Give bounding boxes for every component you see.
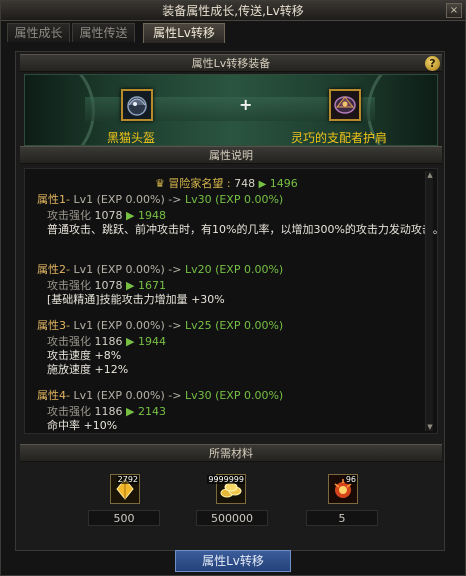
description-scrollbar[interactable]: ▲ ▼: [425, 171, 433, 431]
attribute-arrow: ->: [168, 389, 182, 402]
increase-arrow-icon: ▶: [126, 335, 135, 348]
attribute-3-effect-2: 施放速度 +12%: [47, 363, 129, 376]
lv-transfer-panel: 属性Lv转移装备 ? + 黑猫头盔 灵巧的支配者护肩 属性说明 ♛ 冒险家名望 …: [15, 51, 445, 551]
attribute-to-level: Lv30 (EXP 0.00%): [184, 193, 284, 206]
scroll-up-icon[interactable]: ▲: [426, 171, 434, 179]
attribute-3-line: 属性3- Lv1 (EXP 0.00%) -> Lv25 (EXP 0.00%): [37, 319, 283, 332]
attribute-1-effect: 普通攻击、跳跃、前冲攻击时，有10%的几率，以增加300%的攻击力发动攻击。: [47, 223, 438, 236]
material-owned-count: 2792: [116, 475, 139, 484]
equipment-banner: + 黑猫头盔 灵巧的支配者护肩: [24, 74, 438, 146]
tab-bar: 属性成长 属性传送 属性Lv转移: [7, 23, 225, 43]
helmet-icon: [123, 91, 151, 119]
attribute-from-level: Lv1 (EXP 0.00%): [73, 319, 165, 332]
scroll-down-icon[interactable]: ▼: [426, 423, 434, 431]
target-item-name: 灵巧的支配者护肩: [291, 131, 388, 145]
fame-label: 冒险家名望 :: [168, 177, 231, 190]
attribute-description-box: ♛ 冒险家名望 : 748 ▶ 1496 属性1- Lv1 (EXP 0.00%…: [24, 168, 438, 434]
required-materials-header: 所需材料: [20, 444, 442, 462]
tab-attribute-transfer[interactable]: 属性传送: [72, 23, 135, 42]
attribute-description-title: 属性说明: [209, 149, 253, 162]
shoulder-armor-icon: [331, 91, 359, 119]
attribute-to-level: Lv30 (EXP 0.00%): [184, 389, 284, 402]
attribute-4-effect: 命中率 +10%: [47, 419, 118, 432]
window-title: 装备属性成长,传送,Lv转移: [162, 4, 304, 18]
close-icon: ×: [449, 5, 459, 16]
attribute-label: 属性2-: [37, 263, 70, 276]
fame-to: 1496: [269, 177, 298, 190]
attribute-arrow: ->: [168, 193, 182, 206]
material-required-3: 5: [306, 510, 378, 526]
fame-icon: ♛: [155, 177, 165, 190]
attribute-2-line: 属性2- Lv1 (EXP 0.00%) -> Lv20 (EXP 0.00%): [37, 263, 283, 276]
attribute-label: 属性4-: [37, 389, 70, 402]
material-slot-1[interactable]: 2792: [110, 474, 140, 504]
attribute-description-header: 属性说明: [20, 146, 442, 164]
material-slot-2[interactable]: 9999999: [207, 474, 246, 504]
material-owned-count: 96: [344, 475, 357, 484]
close-button[interactable]: ×: [446, 3, 462, 18]
attribute-label: 属性1-: [37, 193, 70, 206]
attribute-1-line: 属性1- Lv1 (EXP 0.00%) -> Lv30 (EXP 0.00%): [37, 193, 283, 206]
attribute-2-effect: [基础精通]技能攻击力增加量 +30%: [47, 293, 225, 306]
fame-from: 748: [234, 177, 256, 190]
lv-transfer-button[interactable]: 属性Lv转移: [175, 550, 291, 572]
plus-icon: +: [239, 95, 253, 114]
stat-to: 1944: [137, 335, 166, 348]
attribute-from-level: Lv1 (EXP 0.00%): [73, 263, 165, 276]
attribute-from-level: Lv1 (EXP 0.00%): [73, 389, 165, 402]
attribute-from-level: Lv1 (EXP 0.00%): [73, 193, 165, 206]
target-item-slot[interactable]: [329, 89, 361, 121]
attribute-arrow: ->: [168, 319, 182, 332]
attribute-arrow: ->: [168, 263, 182, 276]
adventurer-fame: ♛ 冒险家名望 : 748 ▶ 1496: [155, 175, 298, 191]
material-owned-count: 9999999: [207, 475, 245, 484]
source-item-name: 黑猫头盔: [107, 131, 156, 145]
material-slot-3[interactable]: 96: [328, 474, 358, 504]
attribute-label: 属性3-: [37, 319, 70, 332]
equipment-window: 装备属性成长,传送,Lv转移 × 属性成长 属性传送 属性Lv转移 属性Lv转移…: [0, 0, 466, 576]
increase-arrow-icon: ▶: [126, 405, 135, 418]
help-icon[interactable]: ?: [425, 56, 440, 71]
required-materials-title: 所需材料: [209, 447, 253, 460]
tab-attribute-lv-transfer[interactable]: 属性Lv转移: [143, 23, 225, 43]
stat-to: 2143: [137, 405, 166, 418]
increase-arrow-icon: ▶: [258, 179, 267, 190]
tab-attribute-growth[interactable]: 属性成长: [7, 23, 70, 42]
attribute-4-line: 属性4- Lv1 (EXP 0.00%) -> Lv30 (EXP 0.00%): [37, 389, 283, 402]
attribute-to-level: Lv25 (EXP 0.00%): [184, 319, 284, 332]
material-required-1: 500: [88, 510, 160, 526]
window-titlebar[interactable]: 装备属性成长,传送,Lv转移 ×: [1, 1, 465, 21]
attribute-to-level: Lv20 (EXP 0.00%): [184, 263, 284, 276]
transfer-equipment-title: 属性Lv转移装备: [191, 57, 271, 70]
source-item-slot[interactable]: [121, 89, 153, 121]
material-required-2: 500000: [196, 510, 268, 526]
transfer-equipment-header: 属性Lv转移装备 ?: [20, 54, 442, 72]
